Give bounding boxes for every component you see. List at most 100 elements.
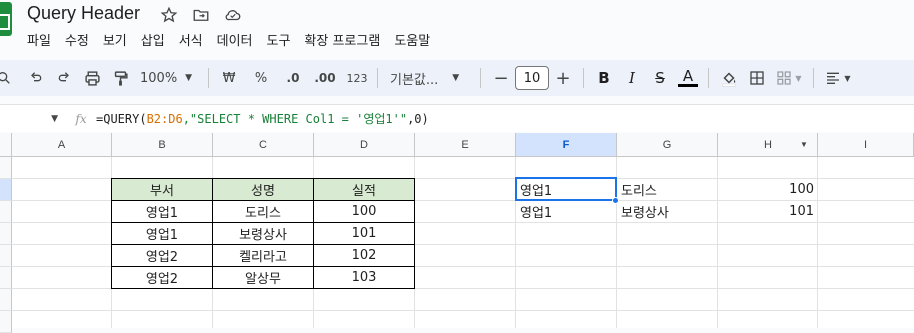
active-cell-selection xyxy=(515,177,617,201)
sheets-logo-icon[interactable] xyxy=(0,2,12,36)
column-header-g[interactable]: G xyxy=(617,133,718,157)
menu-format[interactable]: 서식 xyxy=(179,30,203,49)
row-header[interactable] xyxy=(0,201,12,223)
cloud-saved-icon[interactable] xyxy=(222,5,244,25)
italic-button[interactable]: I xyxy=(618,64,646,92)
borders-icon[interactable] xyxy=(743,64,771,92)
menu-data[interactable]: 데이터 xyxy=(217,30,253,49)
table-header-cell[interactable]: 실적 xyxy=(314,179,415,201)
row-header[interactable] xyxy=(0,245,12,267)
filter-dropdown-icon[interactable]: ▼ xyxy=(800,140,808,149)
table-cell[interactable]: 영업2 xyxy=(112,267,213,289)
more-formats-button[interactable]: 123 xyxy=(343,64,371,92)
row-header[interactable] xyxy=(0,157,12,179)
font-size-decrease-button[interactable]: − xyxy=(487,64,515,92)
spreadsheet-grid[interactable]: A B C D E F G H ▼ I 부서 성명 실적 영업1 도리스 100… xyxy=(0,133,914,333)
table-cell[interactable]: 103 xyxy=(314,267,415,289)
table-cell[interactable]: 101 xyxy=(314,223,415,245)
table-cell[interactable]: 켈리라고 xyxy=(213,245,314,267)
merge-cells-icon[interactable]: ▼ xyxy=(771,64,807,92)
font-value: 기본값... xyxy=(390,72,439,88)
name-box[interactable]: ▼ xyxy=(0,105,66,132)
font-size-input[interactable]: 10 xyxy=(515,66,549,90)
fill-color-icon[interactable] xyxy=(715,64,743,92)
row-header[interactable] xyxy=(0,179,12,201)
strikethrough-button[interactable]: S xyxy=(646,64,674,92)
increase-decimal-button[interactable]: .00 xyxy=(311,64,339,92)
row-header[interactable] xyxy=(0,311,12,333)
toolbar: 100% ▼ ₩ % .0 .00 123 기본값... ▼ − 10 + B … xyxy=(0,60,914,96)
menu-insert[interactable]: 삽입 xyxy=(141,30,165,49)
star-icon[interactable] xyxy=(158,5,180,25)
gridline xyxy=(12,310,914,311)
column-header-b[interactable]: B xyxy=(112,133,213,157)
font-size-increase-button[interactable]: + xyxy=(549,64,577,92)
menu-bar: 파일 수정 보기 삽입 서식 데이터 도구 확장 프로그램 도움말 xyxy=(27,30,444,49)
row-header[interactable] xyxy=(0,223,12,245)
row-header[interactable] xyxy=(0,267,12,289)
result-cell[interactable]: 보령상사 xyxy=(617,200,718,222)
search-menus-icon[interactable] xyxy=(0,64,12,92)
formula-suffix: ,0) xyxy=(407,112,429,126)
row-header[interactable] xyxy=(0,289,12,311)
menu-help[interactable]: 도움말 xyxy=(394,30,430,49)
column-header-d[interactable]: D xyxy=(314,133,415,157)
menu-file[interactable]: 파일 xyxy=(27,30,51,49)
decrease-decimal-button[interactable]: .0 xyxy=(279,64,307,92)
chevron-down-icon: ▼ xyxy=(795,73,802,83)
result-cell[interactable]: 100 xyxy=(718,178,818,200)
result-cell[interactable]: 영업1 xyxy=(516,200,617,222)
text-color-button[interactable]: A xyxy=(674,64,702,92)
formula-input[interactable]: =QUERY(B2:D6,"SELECT * WHERE Col1 = '영업1… xyxy=(96,110,429,127)
fx-icon: fx xyxy=(75,111,87,126)
menu-extensions[interactable]: 확장 프로그램 xyxy=(304,30,380,49)
currency-format-button[interactable]: ₩ xyxy=(215,64,243,92)
toolbar-divider xyxy=(813,68,814,88)
fill-handle[interactable] xyxy=(612,197,619,204)
column-header-f[interactable]: F xyxy=(516,133,617,157)
column-header-a[interactable]: A xyxy=(12,133,112,157)
chevron-down-icon: ▼ xyxy=(51,113,58,124)
zoom-select[interactable]: 100% ▼ xyxy=(140,64,202,92)
table-cell[interactable]: 보령상사 xyxy=(213,223,314,245)
table-header-cell[interactable]: 성명 xyxy=(213,179,314,201)
bold-button[interactable]: B xyxy=(590,64,618,92)
paint-format-icon[interactable] xyxy=(106,64,134,92)
result-cell[interactable]: 101 xyxy=(718,200,818,222)
table-cell[interactable]: 100 xyxy=(314,201,415,223)
menu-view[interactable]: 보기 xyxy=(103,30,127,49)
zoom-value: 100% xyxy=(140,70,178,86)
toolbar-divider xyxy=(708,68,709,88)
menu-edit[interactable]: 수정 xyxy=(65,30,89,49)
table-cell[interactable]: 영업1 xyxy=(112,201,213,223)
column-header-e[interactable]: E xyxy=(415,133,516,157)
table-cell[interactable]: 영업2 xyxy=(112,245,213,267)
chevron-down-icon: ▼ xyxy=(185,73,193,83)
formula-prefix: =QUERY( xyxy=(96,112,147,126)
table-cell[interactable]: 알상무 xyxy=(213,267,314,289)
column-header-c[interactable]: C xyxy=(213,133,314,157)
chevron-down-icon: ▼ xyxy=(844,73,851,83)
document-title[interactable]: Query Header xyxy=(27,3,140,24)
move-folder-icon[interactable] xyxy=(190,5,212,25)
horizontal-align-icon[interactable]: ▼ xyxy=(820,64,856,92)
toolbar-divider xyxy=(480,68,481,88)
table-cell[interactable]: 영업1 xyxy=(112,223,213,245)
print-icon[interactable] xyxy=(78,64,106,92)
percent-format-button[interactable]: % xyxy=(247,64,275,92)
toolbar-divider xyxy=(208,68,209,88)
select-all-corner[interactable] xyxy=(0,133,12,157)
chevron-down-icon: ▼ xyxy=(452,73,460,83)
result-cell[interactable]: 도리스 xyxy=(617,178,718,200)
text-color-swatch xyxy=(678,84,698,87)
undo-icon[interactable] xyxy=(22,64,50,92)
redo-icon[interactable] xyxy=(50,64,78,92)
table-cell[interactable]: 도리스 xyxy=(213,201,314,223)
column-header-h[interactable]: H ▼ xyxy=(718,133,818,157)
column-header-i[interactable]: I xyxy=(818,133,914,157)
table-cell[interactable]: 102 xyxy=(314,245,415,267)
font-select[interactable]: 기본값... ▼ xyxy=(384,64,474,92)
menu-tools[interactable]: 도구 xyxy=(267,30,291,49)
table-header-cell[interactable]: 부서 xyxy=(112,179,213,201)
toolbar-divider xyxy=(583,68,584,88)
